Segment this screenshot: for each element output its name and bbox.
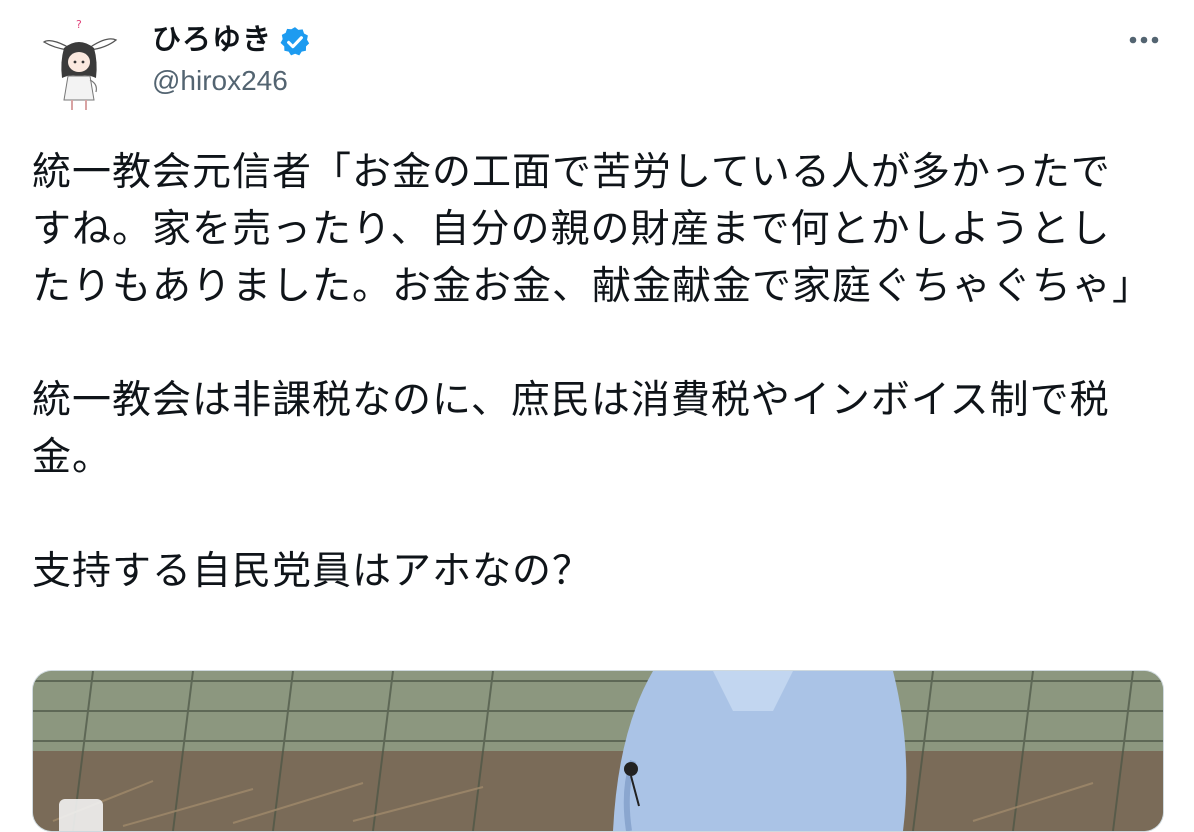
svg-text:?: ? [76, 18, 82, 31]
photo-of-man-in-blue-shirt-by-fence-icon [33, 671, 1163, 831]
author-display-name[interactable]: ひろゆき [152, 20, 272, 58]
tweet-paragraph: 統一教会元信者「お金の工面で苦労している人が多かったですね。家を売ったり、自分の… [32, 150, 1153, 309]
more-options-button[interactable] [1124, 22, 1164, 58]
verified-badge-icon [278, 25, 312, 59]
tweet-header: ? ひろゆき @hirox246 [0, 0, 1194, 120]
author-handle[interactable]: @hirox246 [152, 63, 288, 99]
tweet-media-thumbnail[interactable] [32, 670, 1164, 832]
avatar[interactable]: ? [36, 16, 126, 112]
more-horizontal-icon [1129, 36, 1159, 44]
tweet-paragraph: 支持する自民党員はアホなの？ [32, 549, 593, 594]
tweet-paragraph: 統一教会は非課税なのに、庶民は消費税やインボイス制で税金。 [32, 378, 1110, 480]
rabbit-ear-girl-avatar-icon: ? [42, 18, 118, 110]
tweet-text: 統一教会元信者「お金の工面で苦労している人が多かったですね。家を売ったり、自分の… [32, 144, 1153, 600]
